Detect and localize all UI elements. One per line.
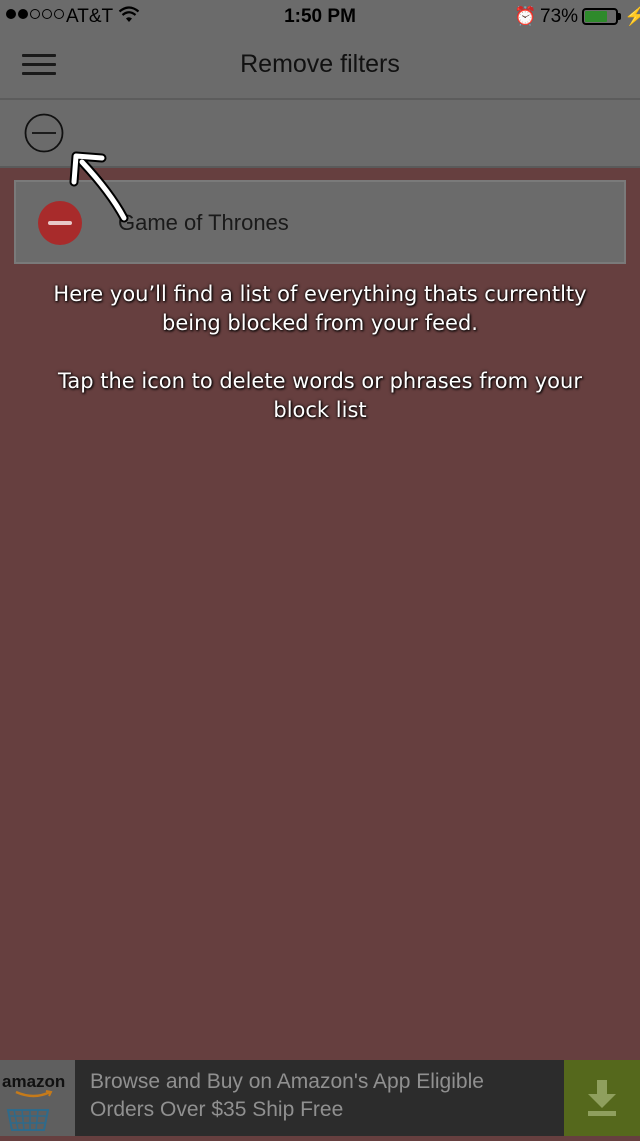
cart-icon xyxy=(6,1109,50,1131)
pointer-arrow-icon xyxy=(69,151,129,223)
amazon-logo: amazon xyxy=(0,1060,75,1136)
download-arrow-icon[interactable] xyxy=(564,1060,640,1136)
alarm-icon: ⏰ xyxy=(514,6,537,26)
amazon-logo-text: amazon xyxy=(2,1072,66,1091)
battery-level xyxy=(585,11,607,22)
battery-percent: 73% xyxy=(540,6,579,27)
help-line-1: Here you’ll find a list of everything th… xyxy=(53,282,587,335)
page-title: Remove filters xyxy=(240,50,400,78)
status-bar: AT&T 1:50 PM ⏰ 73% ⚡ xyxy=(0,0,640,34)
ad-text-line-2: Orders Over $35 Ship Free xyxy=(90,1098,344,1121)
help-line-2: Tap the icon to delete words or phrases … xyxy=(58,369,582,422)
amazon-smile-icon xyxy=(15,1090,53,1098)
circle-minus-icon[interactable] xyxy=(24,113,64,153)
ad-banner[interactable]: amazon Browse and Buy on Amazon's App El… xyxy=(0,1060,640,1136)
charging-bolt-icon: ⚡ xyxy=(624,6,640,26)
ad-text-line-1: Browse and Buy on Amazon's App Eligible xyxy=(90,1070,484,1093)
ad-text[interactable]: Browse and Buy on Amazon's App Eligible … xyxy=(90,1068,560,1124)
help-overlay-text: Here you’ll find a list of everything th… xyxy=(40,280,600,425)
battery-tip xyxy=(618,13,621,20)
download-arrow-glyph xyxy=(588,1080,616,1116)
battery-icon xyxy=(582,8,618,25)
nav-bar: Remove filters xyxy=(0,34,640,100)
